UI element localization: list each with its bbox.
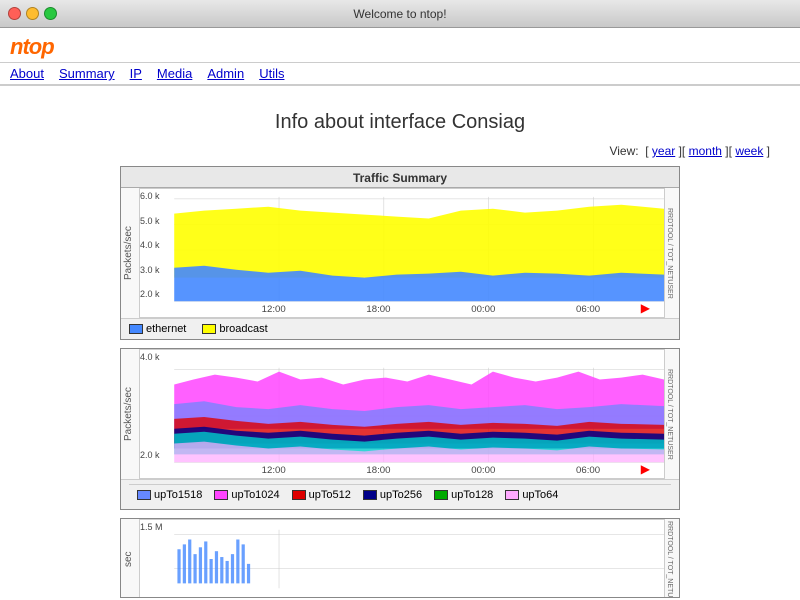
nav-ip[interactable]: IP [130, 66, 142, 81]
page-title: Info about interface Consiag [20, 111, 780, 134]
right-label-3: RRDTOOL / TOT_NETUSER [665, 519, 679, 598]
svg-text:00:00: 00:00 [471, 304, 495, 314]
y-tick: 4.0 k [140, 240, 172, 250]
legend-color-1518 [137, 490, 151, 500]
svg-text:00:00: 00:00 [471, 465, 495, 475]
chart-area-2: Packets/sec 4.0 k 2.0 k [121, 349, 679, 479]
right-label-1: RRDTOOL / TOT_NETUSER [665, 188, 679, 318]
y-label-1: Packets/sec [121, 188, 139, 318]
y-tick: 2.0 k [140, 289, 172, 299]
view-year[interactable]: year [652, 144, 675, 158]
svg-text:12:00: 12:00 [262, 304, 286, 314]
nav-utils[interactable]: Utils [259, 66, 284, 81]
y-tick-2a: 4.0 k [140, 352, 172, 362]
legend-upto64: upTo64 [505, 489, 558, 501]
view-week[interactable]: week [735, 144, 763, 158]
legend-label-128: upTo128 [451, 489, 493, 501]
legend-color-1024 [214, 490, 228, 500]
app-logo: ntop [10, 34, 790, 60]
legend-color-ethernet [129, 324, 143, 334]
minimize-button[interactable] [26, 7, 39, 20]
legend-upto512: upTo512 [292, 489, 351, 501]
legend-ethernet: ethernet [129, 323, 186, 335]
legend-upto128: upTo128 [434, 489, 493, 501]
view-label: View: [609, 144, 638, 158]
chart-area-3: sec 1.5 M [121, 519, 679, 598]
y-tick: 3.0 k [140, 265, 172, 275]
app-header: ntop [0, 28, 800, 63]
chart-legend-1: ethernet broadcast [121, 318, 679, 339]
legend-upto1024: upTo1024 [214, 489, 279, 501]
svg-text:18:00: 18:00 [366, 465, 390, 475]
legend-broadcast: broadcast [202, 323, 267, 335]
chart-title-1: Traffic Summary [121, 167, 679, 188]
y-tick-3: 1.5 M [140, 522, 163, 532]
y-tick: 5.0 k [140, 216, 172, 226]
logo-top: top [22, 34, 53, 59]
svg-text:18:00: 18:00 [366, 304, 390, 314]
chart-canvas-3: 1.5 M [139, 519, 665, 598]
chart-svg-2: 12:00 18:00 00:00 06:00 [140, 350, 664, 478]
chart-svg-1: 12:00 18:00 00:00 06:00 [140, 189, 664, 317]
chart-third: sec 1.5 M [120, 518, 680, 598]
navbar: About Summary IP Media Admin Utils [0, 63, 800, 86]
y-tick: 6.0 k [140, 191, 172, 201]
y-tick-2b: 2.0 k [140, 450, 172, 460]
nav-about[interactable]: About [10, 66, 44, 81]
page-body: Info about interface Consiag View: [ yea… [0, 86, 800, 600]
y-label-3: sec [121, 519, 139, 598]
legend-upto1518: upTo1518 [137, 489, 202, 501]
svg-text:06:00: 06:00 [576, 465, 600, 475]
legend-label-ethernet: ethernet [146, 323, 186, 335]
view-month[interactable]: month [689, 144, 722, 158]
legend-color-128 [434, 490, 448, 500]
chart-packet-sizes: Packets/sec 4.0 k 2.0 k [120, 348, 680, 510]
view-links: View: [ year ][ month ][ week ] [20, 144, 780, 158]
nav-media[interactable]: Media [157, 66, 192, 81]
svg-text:06:00: 06:00 [576, 304, 600, 314]
right-label-2: RRDTOOL / TOT_NETUSER [665, 349, 679, 479]
legend-color-64 [505, 490, 519, 500]
chart-area-1: Packets/sec 6.0 k 5.0 k 4.0 k 3.0 k 2.0 … [121, 188, 679, 318]
legend-label-broadcast: broadcast [219, 323, 267, 335]
chart-svg-3 [140, 520, 664, 598]
legend-label-1518: upTo1518 [154, 489, 202, 501]
red-arrow-2: ▶ [641, 462, 650, 476]
legend-color-256 [363, 490, 377, 500]
chart-traffic-summary: Traffic Summary Packets/sec 6.0 k 5.0 k … [120, 166, 680, 340]
legend-color-512 [292, 490, 306, 500]
legend-color-broadcast [202, 324, 216, 334]
chart-canvas-1: 6.0 k 5.0 k 4.0 k 3.0 k 2.0 k [139, 188, 665, 318]
legend-label-1024: upTo1024 [231, 489, 279, 501]
close-button[interactable] [8, 7, 21, 20]
window-controls[interactable] [8, 7, 57, 20]
svg-text:12:00: 12:00 [262, 465, 286, 475]
window-title: Welcome to ntop! [353, 7, 446, 21]
chart-canvas-2: 4.0 k 2.0 k [139, 349, 665, 479]
legend-label-64: upTo64 [522, 489, 558, 501]
red-arrow-1: ▶ [641, 301, 650, 315]
logo-n: n [10, 34, 22, 59]
legend-label-512: upTo512 [309, 489, 351, 501]
nav-admin[interactable]: Admin [207, 66, 244, 81]
maximize-button[interactable] [44, 7, 57, 20]
y-label-2: Packets/sec [121, 349, 139, 479]
legend-label-256: upTo256 [380, 489, 422, 501]
nav-summary[interactable]: Summary [59, 66, 115, 81]
chart-legend-2: upTo1518 upTo1024 upTo512 upTo256 [121, 479, 679, 509]
main-content: ntop About Summary IP Media Admin Utils … [0, 28, 800, 600]
titlebar: Welcome to ntop! [0, 0, 800, 28]
legend-upto256: upTo256 [363, 489, 422, 501]
